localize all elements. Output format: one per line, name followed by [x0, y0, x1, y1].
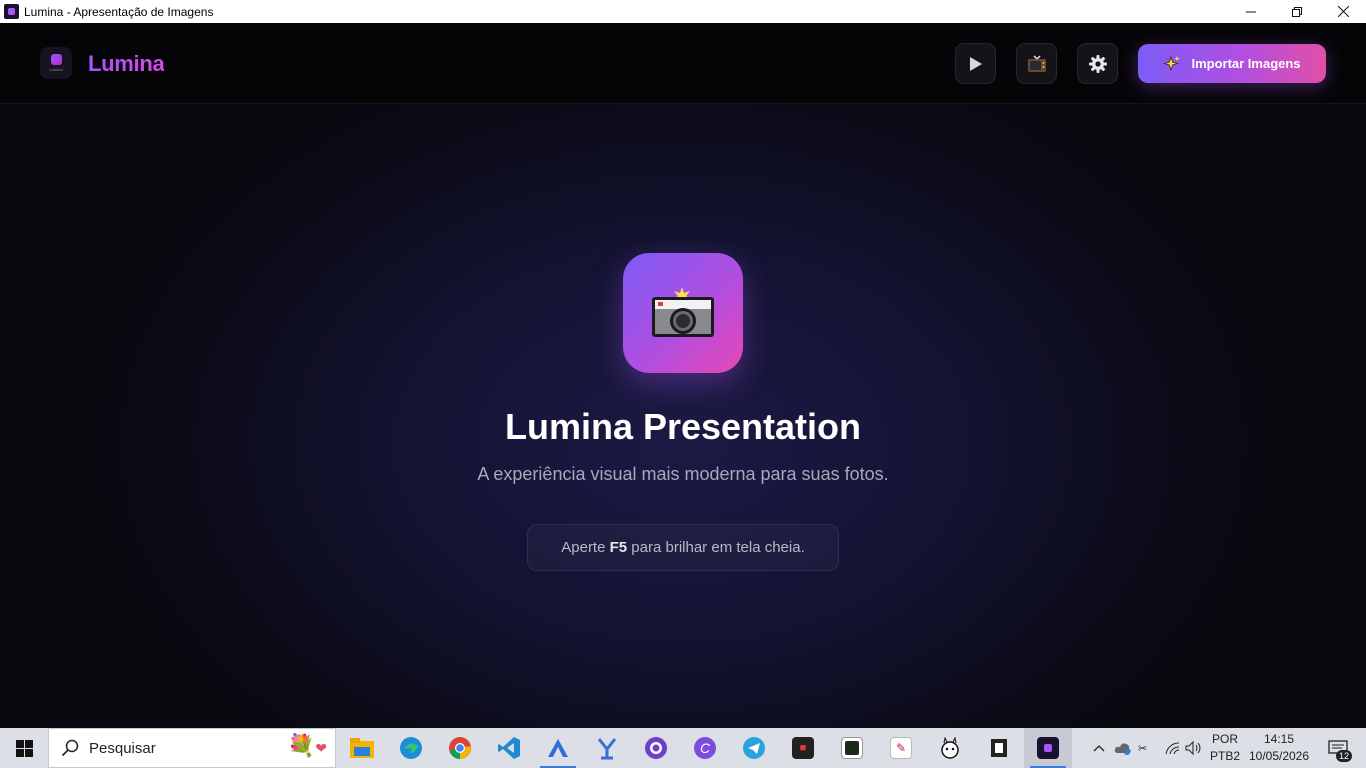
close-icon	[1337, 6, 1349, 17]
search-flowers-icon: 💐❤	[287, 733, 327, 758]
taskbar-vscode[interactable]	[485, 728, 533, 768]
hint-prefix: Aperte	[561, 539, 610, 556]
import-images-button[interactable]: Importar Imagens	[1138, 44, 1326, 83]
language-code: POR	[1211, 732, 1238, 746]
chrome-icon	[449, 737, 471, 759]
file-explorer-icon	[350, 738, 374, 758]
speaker-icon	[1185, 741, 1201, 755]
lumina-app-icon	[1037, 737, 1059, 759]
pencil-app-icon: ✎	[890, 737, 912, 759]
play-icon	[969, 56, 982, 71]
taskbar-media-app[interactable]: ■	[779, 728, 827, 768]
keyboard-layout: PTB2	[1209, 749, 1240, 763]
windows-logo-icon	[15, 739, 33, 757]
window-controls	[1228, 0, 1366, 23]
gear-icon	[1088, 54, 1107, 73]
tray-overflow-button[interactable]	[1090, 728, 1108, 768]
search-icon	[61, 739, 79, 757]
cloud-icon	[1114, 743, 1131, 755]
tray-language[interactable]: POR PTB2	[1206, 728, 1244, 768]
alpaca-app-icon	[941, 737, 959, 759]
app-window-icon	[4, 4, 19, 19]
tv-button[interactable]	[1016, 43, 1057, 84]
window-titlebar: Lumina - Apresentação de Imagens	[0, 0, 1366, 23]
taskbar-antigravity[interactable]	[534, 728, 582, 768]
window-title: Lumina - Apresentação de Imagens	[24, 4, 214, 19]
app-header: Lumina Lumina Importar Imagens	[0, 23, 1366, 104]
notifications-button[interactable]: 12	[1318, 728, 1358, 768]
tray-network[interactable]	[1162, 728, 1184, 768]
minimize-button[interactable]	[1228, 0, 1274, 23]
vscode-icon	[498, 737, 520, 759]
taskbar-github[interactable]	[632, 728, 680, 768]
hint-suffix: para brilhar em tela cheia.	[627, 539, 805, 556]
search-placeholder: Pesquisar	[89, 739, 156, 757]
restore-button[interactable]	[1274, 0, 1320, 23]
media-app-icon: ■	[792, 737, 814, 759]
taskbar-edge[interactable]	[387, 728, 435, 768]
fullscreen-hint: Aperte F5 para brilhar em tela cheia.	[527, 524, 839, 571]
taskbar-file-explorer[interactable]	[338, 728, 386, 768]
camera-flash-icon	[652, 287, 714, 337]
tray-volume[interactable]	[1184, 728, 1204, 768]
logo-caption: Lumina	[49, 67, 63, 72]
svg-text:✂: ✂	[1138, 742, 1147, 755]
taskbar-alpaca-app[interactable]	[926, 728, 974, 768]
chevron-up-icon	[1093, 745, 1105, 752]
play-button[interactable]	[955, 43, 996, 84]
taskbar-search[interactable]: Pesquisar 💐❤	[48, 728, 336, 768]
tray-ime[interactable]: ✂	[1136, 728, 1158, 768]
restore-icon	[1292, 6, 1302, 17]
hint-key: F5	[609, 539, 628, 556]
wifi-icon	[1165, 742, 1180, 755]
close-button[interactable]	[1320, 0, 1366, 23]
minimize-icon	[1246, 11, 1256, 12]
taskbar-lumina[interactable]	[1024, 728, 1072, 768]
app-main: Lumina Lumina Importar Imagens Lumina Pr…	[0, 23, 1366, 728]
start-button[interactable]	[0, 728, 48, 768]
logo-gem-icon	[50, 54, 62, 65]
taskbar-vpn[interactable]	[583, 728, 631, 768]
keyboard-ime-icon: ✂	[1138, 742, 1147, 755]
telegram-icon	[743, 737, 765, 759]
tray-clock[interactable]: 14:15 10/05/2026	[1246, 728, 1312, 768]
brand-name: Lumina	[88, 51, 165, 76]
dashboard-app-icon	[841, 737, 863, 759]
taskbar-chrome[interactable]	[436, 728, 484, 768]
tray-onedrive[interactable]	[1112, 728, 1134, 768]
tv-icon	[1027, 54, 1046, 72]
settings-button[interactable]	[1077, 43, 1118, 84]
hero-title: Lumina Presentation	[504, 406, 862, 447]
edge-icon	[400, 737, 422, 759]
windows-taskbar: Pesquisar 💐❤ C ■ ✎ ✂ POR PTB2 14:15 10/0…	[0, 728, 1366, 768]
antigravity-icon	[548, 739, 568, 757]
clock-date: 10/05/2026	[1248, 749, 1310, 763]
taskbar-dashboard-app[interactable]	[828, 728, 876, 768]
github-desktop-icon	[645, 737, 667, 759]
svg-text:C: C	[700, 740, 711, 756]
taskbar-telegram[interactable]	[730, 728, 778, 768]
hero-subtitle: A experiência visual mais moderna para s…	[477, 464, 889, 484]
canva-icon: C	[694, 737, 716, 759]
taskbar-box-app[interactable]	[975, 728, 1023, 768]
taskbar-pencil-app[interactable]: ✎	[877, 728, 925, 768]
taskbar-canva[interactable]: C	[681, 728, 729, 768]
box-app-icon	[991, 739, 1007, 757]
import-images-label: Importar Imagens	[1191, 56, 1301, 71]
app-logo: Lumina	[40, 47, 72, 79]
hero-camera-tile	[623, 253, 743, 373]
sparkles-icon	[1163, 55, 1181, 71]
notification-count: 12	[1335, 750, 1352, 762]
vpn-icon	[597, 738, 617, 760]
clock-time: 14:15	[1263, 732, 1295, 746]
